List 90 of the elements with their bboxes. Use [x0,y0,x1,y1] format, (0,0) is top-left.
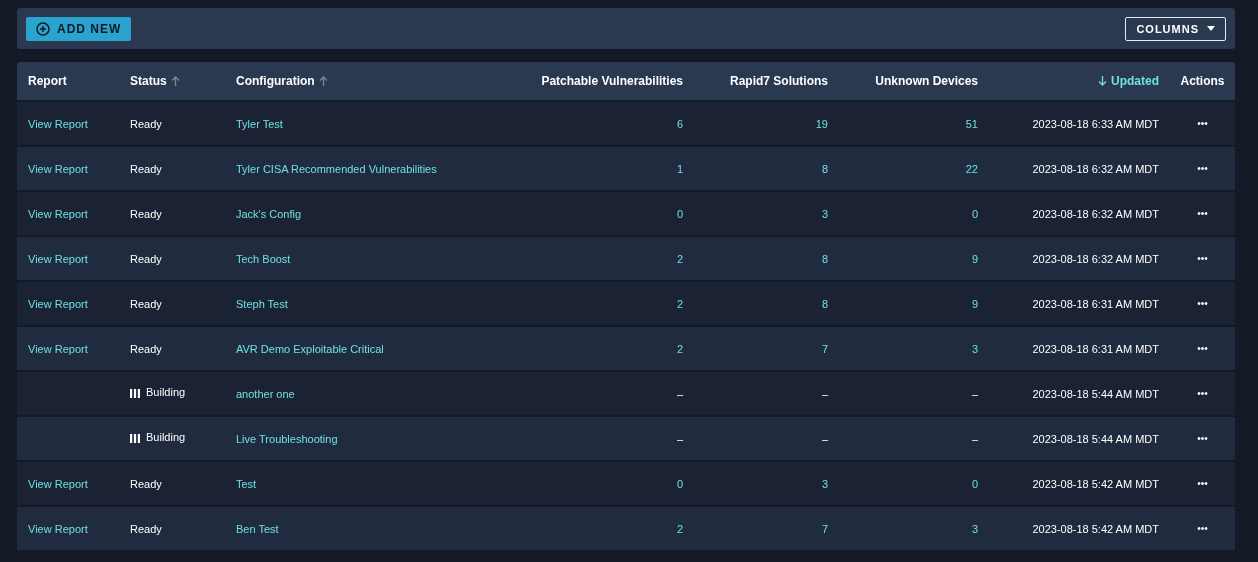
count-text: 9 [971,297,978,310]
updated-time: 2023-08-18 5:44 AM MDT [1032,432,1159,445]
count-text: 0 [676,477,683,490]
updated-time: 2023-08-18 6:31 AM MDT [1032,342,1159,355]
caret-icon [1207,26,1215,31]
count-text: 2 [676,342,683,355]
count-text: – [971,387,978,400]
count-text: 2 [676,297,683,310]
updated-time: 2023-08-18 6:33 AM MDT [1032,117,1159,130]
count-text: 0 [971,477,978,490]
more-actions-button[interactable]: ••• [1197,163,1208,174]
more-actions-button[interactable]: ••• [1197,523,1208,534]
view-report-link[interactable]: View Report [28,207,88,220]
status-text: Ready [130,342,162,355]
count-text: 22 [965,162,978,175]
configuration-link[interactable]: AVR Demo Exploitable Critical [236,342,384,355]
status-text: Ready [130,117,162,130]
status-text: Building [146,430,186,443]
column-header: Rapid7 Solutions [729,74,829,88]
updated-time: 2023-08-18 6:32 AM MDT [1032,252,1159,265]
status-text: Building [146,385,186,398]
count-text: 2 [676,522,683,535]
column-header: Actions [1179,74,1226,88]
add-new-button[interactable]: ADD NEW [26,16,132,41]
column-header[interactable]: Updated [989,74,1170,88]
count-text: 0 [676,207,683,220]
updated-time: 2023-08-18 5:44 AM MDT [1032,387,1159,400]
view-report-link[interactable]: View Report [28,252,88,265]
column-header[interactable]: Status [119,74,225,88]
status-text: Ready [130,207,162,220]
more-actions-button[interactable]: ••• [1197,208,1208,219]
count-text: 19 [815,117,828,130]
updated-time: 2023-08-18 6:32 AM MDT [1032,207,1159,220]
configuration-link[interactable]: Ben Test [236,522,279,535]
configuration-link[interactable]: Steph Test [236,297,288,310]
count-text: 3 [971,522,978,535]
count-text: 2 [676,252,683,265]
count-text: 6 [676,117,683,130]
configuration-link[interactable]: Tech Boost [236,252,291,265]
view-report-link[interactable]: View Report [28,162,88,175]
count-text: – [676,387,683,400]
configuration-link[interactable]: Live Troubleshooting [236,432,338,445]
count-text: 8 [821,162,828,175]
view-report-link[interactable]: View Report [28,477,88,490]
configuration-link[interactable]: Test [236,477,257,490]
configuration-link[interactable]: Jack's Config [236,207,302,220]
configuration-link[interactable]: Tyler CISA Recommended Vulnerabilities [236,162,437,175]
more-actions-button[interactable]: ••• [1197,478,1208,489]
count-text: – [821,432,828,445]
configuration-link[interactable]: another one [236,387,295,400]
view-report-link[interactable]: View Report [28,522,88,535]
column-header: Report [27,74,68,88]
more-actions-button[interactable]: ••• [1197,388,1208,399]
count-text: – [676,432,683,445]
more-actions-button[interactable]: ••• [1197,253,1208,264]
status-text: Ready [130,252,162,265]
status-text: Ready [130,162,162,175]
configuration-link[interactable]: Tyler Test [236,117,283,130]
more-actions-button[interactable]: ••• [1197,343,1208,354]
more-actions-button[interactable]: ••• [1197,433,1208,444]
status-text: Ready [130,477,162,490]
count-text: 0 [971,207,978,220]
count-text: 8 [821,297,828,310]
count-text: 3 [821,477,828,490]
view-report-link[interactable]: View Report [28,117,88,130]
column-header[interactable]: Configuration [225,74,524,88]
status-text: Ready [130,522,162,535]
count-text: 3 [821,207,828,220]
view-report-link[interactable]: View Report [28,297,88,310]
column-header: Unknown Devices [874,74,979,88]
columns-button[interactable]: COLUMNS [1125,16,1226,41]
view-report-link[interactable]: View Report [28,342,88,355]
column-header: Patchable Vulnerabilities [540,74,684,88]
count-text: 7 [821,342,828,355]
count-text: 7 [821,522,828,535]
count-text: – [971,432,978,445]
more-actions-button[interactable]: ••• [1197,118,1208,129]
count-text: 9 [971,252,978,265]
updated-time: 2023-08-18 6:31 AM MDT [1032,297,1159,310]
more-actions-button[interactable]: ••• [1197,298,1208,309]
count-text: 8 [821,252,828,265]
updated-time: 2023-08-18 6:32 AM MDT [1032,162,1159,175]
updated-time: 2023-08-18 5:42 AM MDT [1032,477,1159,490]
count-text: – [821,387,828,400]
count-text: 3 [971,342,978,355]
count-text: 1 [676,162,683,175]
plus-circle-icon [36,21,50,36]
updated-time: 2023-08-18 5:42 AM MDT [1032,522,1159,535]
status-text: Ready [130,297,162,310]
count-text: 51 [965,117,978,130]
